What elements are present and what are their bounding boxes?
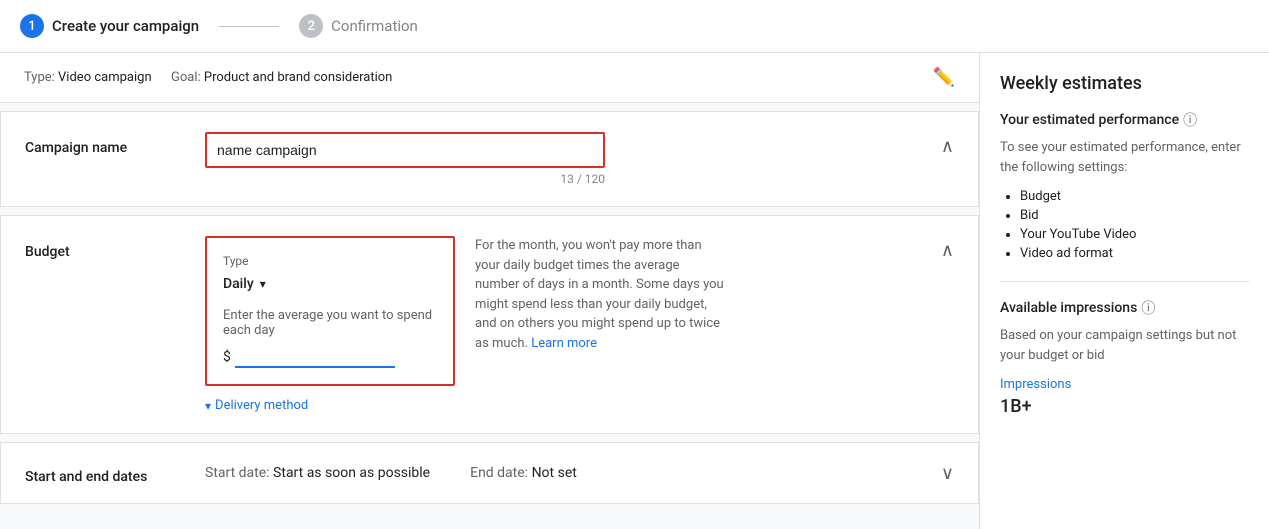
budget-controls: Type Daily ▾ Enter the average you want … — [205, 236, 455, 413]
delivery-method-arrow-icon: ▾ — [205, 399, 211, 413]
performance-item: Budget — [1020, 189, 1249, 204]
available-impressions-info-icon[interactable]: ⓘ — [1141, 298, 1155, 318]
delivery-method[interactable]: ▾ Delivery method — [205, 398, 455, 413]
end-date-info: End date: Not set — [470, 465, 577, 481]
estimated-performance-desc: To see your estimated performance, enter… — [1000, 138, 1249, 177]
start-date-value: Start as soon as possible — [273, 465, 430, 481]
estimated-performance-info-icon[interactable]: ⓘ — [1183, 110, 1197, 130]
delivery-method-label: Delivery method — [215, 398, 308, 413]
campaign-name-card: Campaign name 13 / 120 ∧ — [0, 111, 979, 207]
right-sidebar: Weekly estimates Your estimated performa… — [979, 53, 1269, 529]
dates-expand-icon[interactable]: ∨ — [941, 463, 954, 484]
campaign-name-input-wrapper: 13 / 120 — [205, 132, 605, 186]
step-2-circle: 2 — [299, 14, 323, 38]
learn-more-link[interactable]: Learn more — [531, 336, 597, 351]
impressions-value: 1B+ — [1000, 396, 1249, 417]
budget-label: Budget — [25, 236, 165, 260]
end-date-label: End date: — [470, 465, 528, 481]
budget-description-text: For the month, you won't pay more than y… — [475, 238, 724, 351]
sidebar-divider — [1000, 281, 1249, 282]
step-1: 1 Create your campaign — [20, 14, 199, 38]
impressions-label: Impressions — [1000, 377, 1249, 392]
performance-item: Your YouTube Video — [1020, 227, 1249, 242]
performance-items-list: Budget Bid Your YouTube Video Video ad form… — [1000, 189, 1249, 261]
start-date-info: Start date: Start as soon as possible — [205, 465, 430, 481]
step-connector — [219, 26, 279, 27]
char-count: 13 / 120 — [205, 172, 605, 186]
start-date-label: Start date: — [205, 465, 270, 481]
left-content: Type: Video campaign Goal: Product and b… — [0, 53, 979, 529]
available-impressions-desc: Based on your campaign settings but not … — [1000, 326, 1249, 365]
budget-select-text: Daily — [223, 276, 254, 292]
campaign-name-section: Campaign name 13 / 120 ∧ — [1, 112, 978, 206]
dates-card: Start and end dates Start date: Start as… — [0, 442, 979, 504]
step-2: 2 Confirmation — [299, 14, 418, 38]
main-layout: Type: Video campaign Goal: Product and b… — [0, 53, 1269, 529]
type-value: Video campaign — [58, 70, 152, 85]
available-impressions-title: Available impressions ⓘ — [1000, 298, 1249, 318]
budget-type-label: Type — [223, 254, 437, 268]
budget-input-label: Enter the average you want to spend each… — [223, 308, 437, 338]
campaign-info-text: Type: Video campaign Goal: Product and b… — [24, 70, 392, 85]
goal-value: Product and brand consideration — [204, 70, 392, 85]
budget-inner: Type Daily ▾ Enter the average you want … — [205, 236, 725, 413]
dates-label: Start and end dates — [25, 461, 165, 485]
top-header: 1 Create your campaign 2 Confirmation — [0, 0, 1269, 53]
edit-icon[interactable]: ✏️ — [933, 67, 955, 88]
step-line — [219, 26, 279, 27]
sidebar-title: Weekly estimates — [1000, 73, 1249, 94]
dates-section: Start and end dates Start date: Start as… — [1, 443, 978, 503]
budget-card: Budget Type Daily ▾ Enter the average yo… — [0, 215, 979, 434]
end-date-value: Not set — [532, 465, 577, 481]
budget-collapse-icon[interactable]: ∧ — [941, 240, 954, 261]
campaign-info-bar: Type: Video campaign Goal: Product and b… — [0, 53, 979, 103]
budget-box: Type Daily ▾ Enter the average you want … — [205, 236, 455, 386]
budget-select-row[interactable]: Daily ▾ — [223, 276, 437, 292]
collapse-icon[interactable]: ∧ — [941, 136, 954, 157]
goal-label: Goal: — [171, 70, 201, 85]
budget-description: For the month, you won't pay more than y… — [475, 236, 725, 353]
dates-info: Start date: Start as soon as possible En… — [205, 465, 954, 481]
dropdown-arrow-icon: ▾ — [260, 277, 266, 291]
budget-amount-input[interactable] — [235, 346, 395, 368]
step-2-label: Confirmation — [331, 17, 418, 35]
estimated-performance-title: Your estimated performance ⓘ — [1000, 110, 1249, 130]
performance-item: Video ad format — [1020, 246, 1249, 261]
campaign-name-input[interactable] — [205, 132, 605, 168]
budget-section: Budget Type Daily ▾ Enter the average yo… — [1, 216, 978, 433]
dollar-sign: $ — [223, 349, 231, 365]
budget-input-row: $ — [223, 346, 437, 368]
type-label: Type: — [24, 70, 55, 85]
budget-main-area: Type Daily ▾ Enter the average you want … — [205, 236, 725, 413]
step-1-label: Create your campaign — [52, 17, 199, 35]
step-1-circle: 1 — [20, 14, 44, 38]
campaign-name-label: Campaign name — [25, 132, 165, 156]
performance-item: Bid — [1020, 208, 1249, 223]
